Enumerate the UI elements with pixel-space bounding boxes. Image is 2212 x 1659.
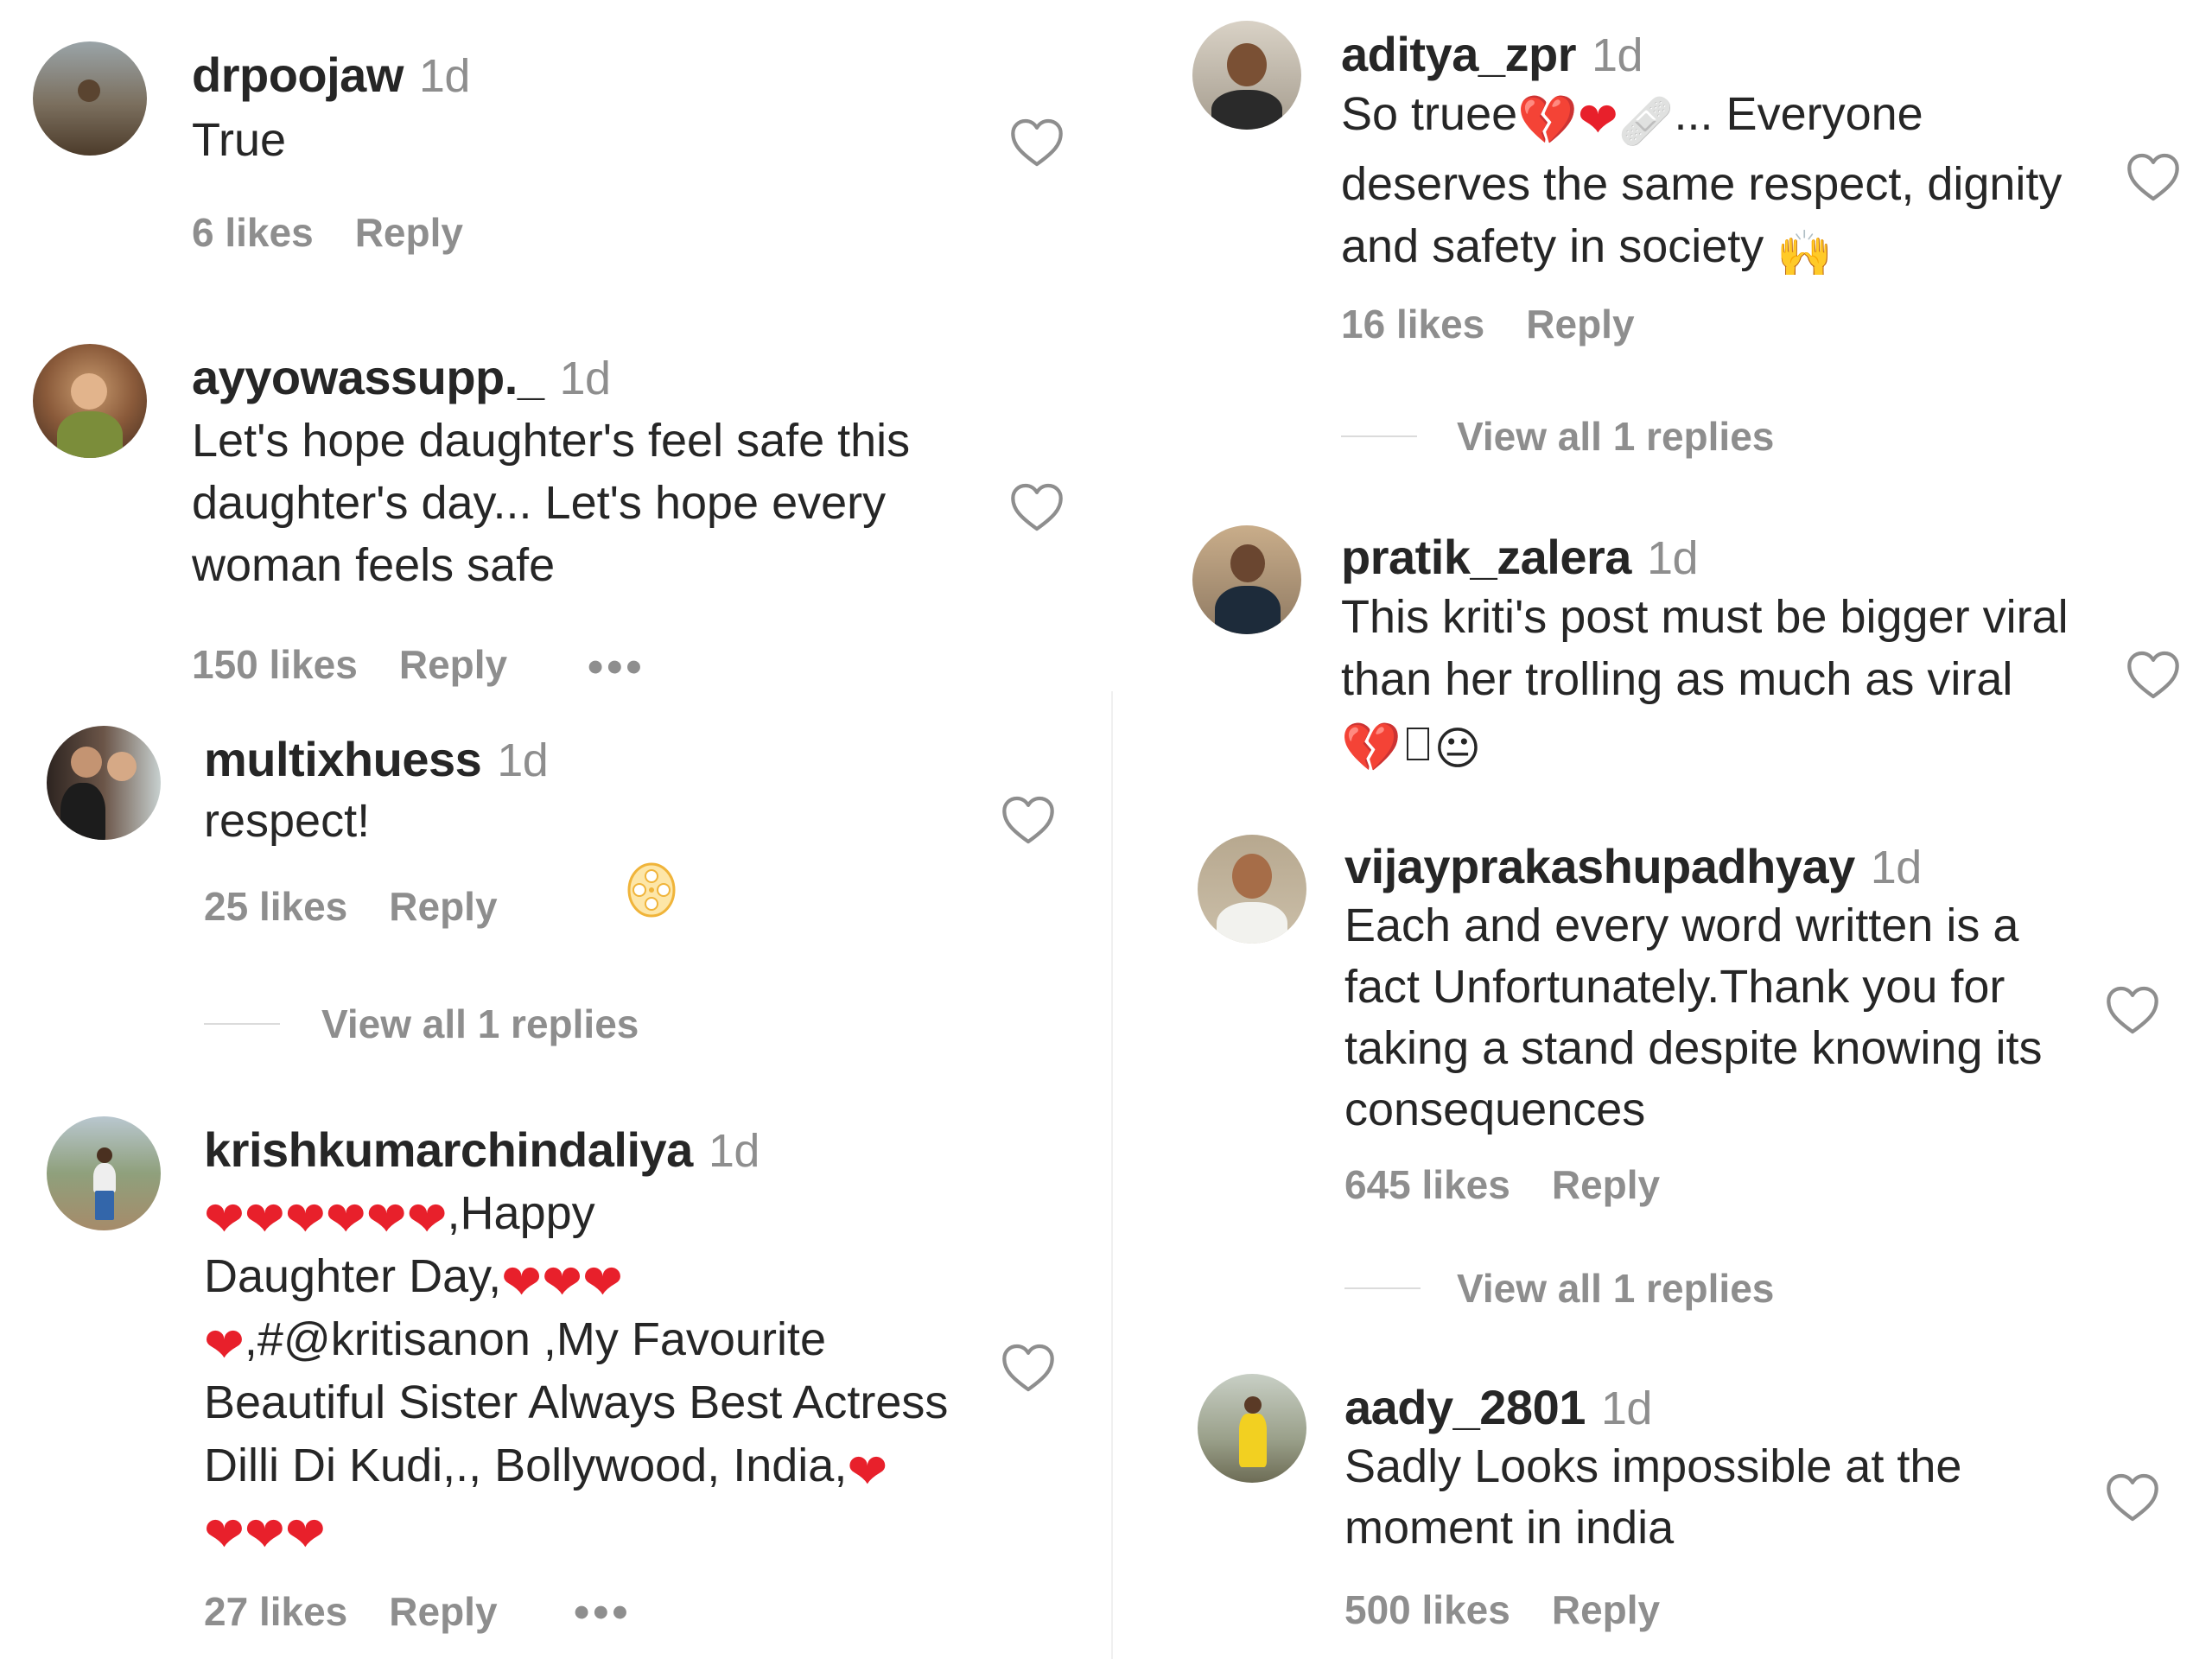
comment-time: 1d — [1646, 532, 1699, 584]
avatar[interactable] — [47, 726, 161, 840]
heart-outline-icon[interactable] — [2105, 1472, 2160, 1522]
comment-time: 1d — [1592, 29, 1643, 81]
red-heart-emoji: ❤❤❤ — [501, 1255, 623, 1309]
heart-outline-icon[interactable] — [1001, 795, 1056, 845]
raised-hands-emoji: 🙌 — [1777, 229, 1834, 279]
comment-text: respect! — [204, 795, 371, 847]
comment-text: Each and every word written is a fact Un… — [1344, 895, 2139, 1141]
red-heart-emoji: ❤❤❤❤❤❤ — [204, 1192, 448, 1246]
view-replies-button[interactable]: View all 1 replies — [1457, 1265, 1774, 1312]
reply-button[interactable]: Reply — [1526, 302, 1634, 346]
comment-text-line: taking a stand despite knowing its — [1344, 1022, 2043, 1074]
broken-heart-emoji: 💔 — [1517, 92, 1578, 147]
comment-time: 1d — [497, 734, 549, 786]
comment-text-line: Sadly Looks impossible at the — [1344, 1440, 1962, 1492]
like-count[interactable]: 150 likes — [192, 642, 358, 687]
like-count[interactable]: 16 likes — [1341, 302, 1484, 346]
comment-text-line: Let's hope daughter's feel safe this — [192, 415, 911, 467]
comment-text-line: than her trolling as much as viral — [1341, 653, 2013, 705]
avatar[interactable] — [33, 41, 147, 156]
neutral-face-emoji: 😐 — [1433, 724, 1481, 774]
comment-username[interactable]: pratik_zalera — [1341, 530, 1631, 584]
reply-button[interactable]: Reply — [1552, 1162, 1660, 1207]
avatar[interactable] — [47, 1116, 161, 1230]
comment-time: 1d — [559, 353, 611, 404]
film-reel-icon — [627, 862, 676, 918]
comment-text: ❤❤❤❤❤❤,Happy Daughter Day,❤❤❤ ❤,#@kritis… — [204, 1187, 949, 1561]
comment-time: 1d — [1870, 842, 1923, 893]
view-replies-button[interactable]: View all 1 replies — [1457, 413, 1774, 460]
comment-text-line: consequences — [1344, 1084, 1646, 1135]
comments-column-left: drpoojaw 1d True 6 likes Reply ayyowassupp… — [0, 0, 1106, 1659]
more-options-icon[interactable]: ••• — [574, 1590, 632, 1635]
avatar[interactable] — [1198, 1374, 1306, 1483]
replies-divider — [1344, 1287, 1421, 1289]
red-heart-emoji: ❤ — [204, 1318, 245, 1372]
view-replies-button[interactable]: View all 1 replies — [321, 1001, 639, 1047]
comment-text: Let's hope daughter's feel safe this dau… — [192, 410, 1021, 596]
comment-username[interactable]: aditya_zpr — [1341, 27, 1577, 81]
comment-text-line: woman feels safe — [192, 539, 556, 591]
reply-button[interactable]: Reply — [399, 642, 507, 687]
comment-username[interactable]: vijayprakashupadhyay — [1344, 839, 1855, 893]
red-heart-emoji: ❤ — [847, 1444, 888, 1498]
comment-username[interactable]: aady_2801 — [1344, 1380, 1586, 1434]
comment-username[interactable]: ayyowassupp._ — [192, 350, 544, 404]
like-count[interactable]: 27 likes — [204, 1589, 347, 1634]
broken-heart-emoji: 💔 — [1341, 720, 1402, 774]
avatar[interactable] — [1198, 835, 1306, 944]
reply-button[interactable]: Reply — [389, 884, 497, 929]
comment-username[interactable]: krishkumarchindaliya — [204, 1122, 693, 1177]
replies-divider — [204, 1023, 280, 1025]
comment-username[interactable]: drpoojaw — [192, 48, 404, 102]
reply-button[interactable]: Reply — [355, 210, 463, 255]
like-count[interactable]: 500 likes — [1344, 1587, 1510, 1632]
like-count[interactable]: 645 likes — [1344, 1162, 1510, 1207]
heart-outline-icon[interactable] — [1001, 1343, 1056, 1393]
heart-outline-icon[interactable] — [1009, 118, 1065, 168]
comment-text: Sadly Looks impossible at the moment in … — [1344, 1436, 2139, 1559]
more-options-icon[interactable]: ••• — [588, 645, 645, 690]
missing-glyph-icon — [1406, 728, 1429, 760]
bandage-emoji: 🩹 — [1618, 97, 1675, 147]
heart-outline-icon[interactable] — [2126, 650, 2181, 700]
comment-username[interactable]: multixhuess — [204, 732, 482, 786]
avatar[interactable] — [1192, 525, 1301, 634]
reply-button[interactable]: Reply — [1552, 1587, 1660, 1632]
like-count[interactable]: 25 likes — [204, 884, 347, 929]
comment-time: 1d — [708, 1125, 760, 1177]
comment-text-line: daughter's day... Let's hope every — [192, 477, 887, 529]
comment-text-line: This kriti's post must be bigger viral — [1341, 591, 2069, 643]
comment-text-line: moment in india — [1344, 1502, 1675, 1554]
heart-outline-icon[interactable] — [2126, 152, 2181, 202]
heart-outline-icon[interactable] — [1009, 482, 1065, 532]
heart-outline-icon[interactable] — [2105, 985, 2160, 1035]
comment-time: 1d — [1600, 1382, 1653, 1434]
red-heart-emoji: ❤ — [1577, 92, 1618, 147]
red-heart-emoji: ❤❤❤ — [204, 1507, 326, 1561]
comment-text: So truee💔❤🩹... Everyone deserves the sam… — [1341, 83, 2153, 285]
reply-button[interactable]: Reply — [389, 1589, 497, 1634]
comment-time: 1d — [418, 50, 471, 102]
comment-text: This kriti's post must be bigger viral t… — [1341, 586, 2171, 780]
comment-text: True — [192, 114, 287, 166]
avatar[interactable] — [33, 344, 147, 458]
comment-text-line: Each and every word written is a — [1344, 899, 2019, 951]
comment-text-line: fact Unfortunately.Thank you for — [1344, 961, 2005, 1013]
avatar[interactable] — [1192, 21, 1301, 130]
comments-column-right: aditya_zpr 1d So truee💔❤🩹... Everyone des… — [1106, 0, 2212, 1659]
replies-divider — [1341, 435, 1417, 437]
like-count[interactable]: 6 likes — [192, 210, 314, 255]
